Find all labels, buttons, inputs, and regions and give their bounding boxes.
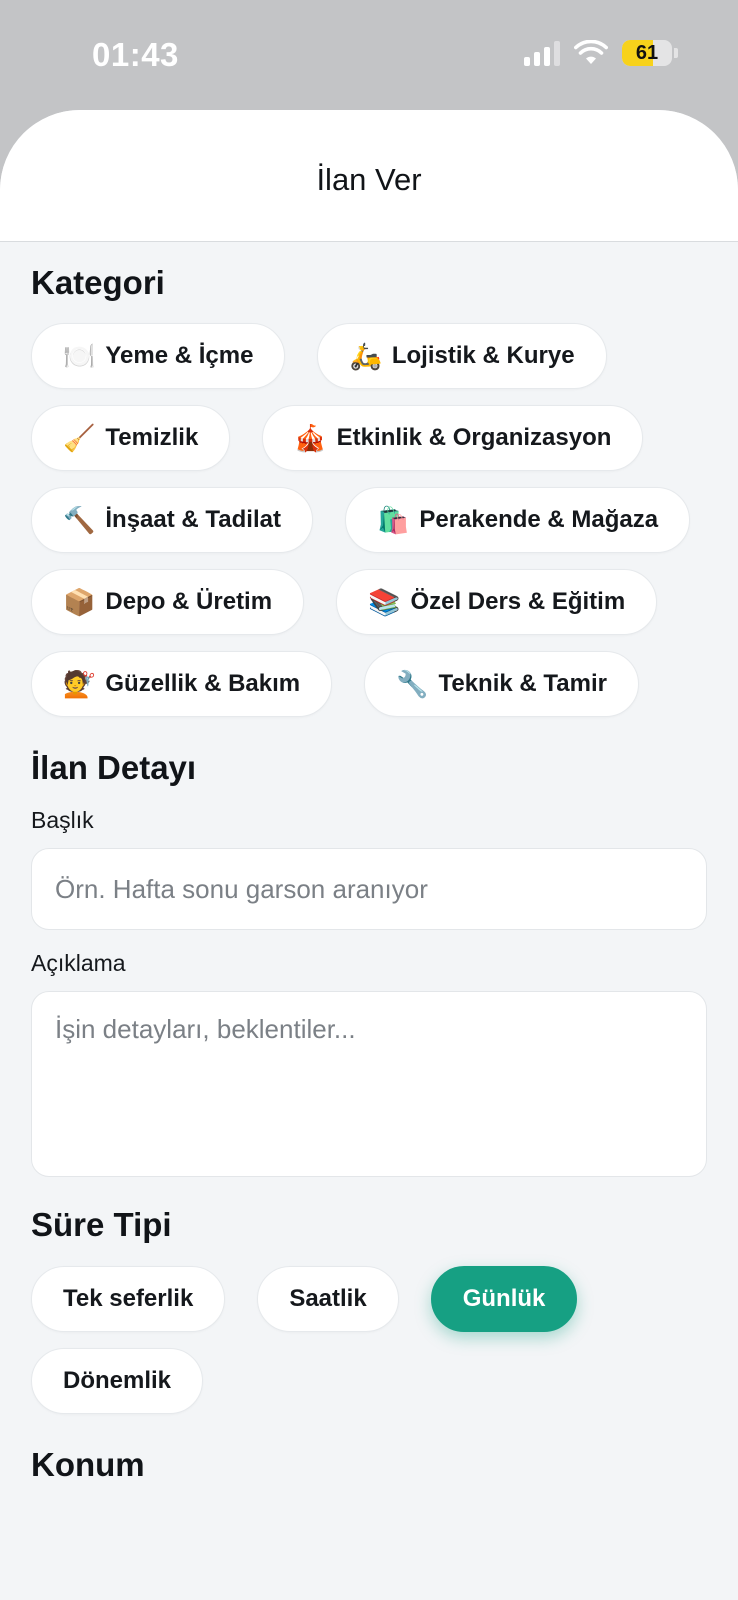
category-chip-label: Özel Ders & Eğitim bbox=[410, 588, 626, 615]
battery-icon: 61 bbox=[622, 40, 672, 66]
page-title: İlan Ver bbox=[316, 161, 422, 197]
haircut-icon: 💇 bbox=[63, 669, 96, 699]
category-chip-label: Yeme & İçme bbox=[105, 342, 254, 369]
category-section-title: Kategori bbox=[31, 264, 165, 301]
category-chip-label: Perakende & Mağaza bbox=[419, 506, 659, 533]
duration-chip-list: Tek seferlik Saatlik Günlük Dönemlik bbox=[31, 1266, 707, 1414]
cellular-signal-icon bbox=[524, 40, 560, 66]
circus-tent-icon: 🎪 bbox=[294, 423, 327, 453]
category-chip[interactable]: 📦 Depo & Üretim bbox=[31, 569, 305, 635]
category-chip-label: Teknik & Tamir bbox=[438, 670, 607, 697]
plate-cutlery-icon: 🍽️ bbox=[63, 341, 96, 371]
title-input[interactable] bbox=[31, 848, 707, 930]
category-chip-label: Temizlik bbox=[105, 424, 199, 451]
category-chip[interactable]: 🔧 Teknik & Tamir bbox=[364, 651, 639, 717]
category-chip-label: Etkinlik & Organizasyon bbox=[336, 424, 612, 451]
battery-cap bbox=[674, 48, 678, 58]
category-chip-label: Lojistik & Kurye bbox=[391, 342, 575, 369]
details-section-title: İlan Detayı bbox=[31, 749, 197, 786]
description-textarea[interactable] bbox=[31, 991, 707, 1177]
category-chip-label: Depo & Üretim bbox=[105, 588, 273, 615]
books-icon: 📚 bbox=[368, 587, 401, 617]
status-icons: 61 bbox=[524, 40, 678, 66]
status-time: 01:43 bbox=[92, 36, 179, 73]
sheet-header: İlan Ver bbox=[0, 110, 738, 242]
status-bar: 01:43 61 bbox=[0, 0, 738, 110]
category-chip[interactable]: 🛍️ Perakende & Mağaza bbox=[344, 487, 691, 553]
duration-option-chip[interactable]: Dönemlik bbox=[31, 1348, 204, 1414]
form-content: Kategori 🍽️ Yeme & İçme 🛵 Lojistik & Kurye 🧹… bbox=[0, 242, 738, 1484]
category-chip[interactable]: 🎪 Etkinlik & Organizasyon bbox=[262, 405, 644, 471]
category-chip[interactable]: 🧹 Temizlik bbox=[31, 405, 231, 471]
shopping-bags-icon: 🛍️ bbox=[376, 505, 410, 535]
broom-icon: 🧹 bbox=[63, 423, 96, 453]
title-field-label: Başlık bbox=[31, 807, 94, 833]
duration-option-chip[interactable]: Günlük bbox=[430, 1266, 578, 1332]
category-chip[interactable]: 🔨 İnşaat & Tadilat bbox=[31, 487, 313, 553]
bottom-sheet: İlan Ver Kategori 🍽️ Yeme & İçme 🛵 Lojistik… bbox=[0, 110, 738, 1600]
duration-option-chip[interactable]: Tek seferlik bbox=[31, 1266, 226, 1332]
category-chip[interactable]: 📚 Özel Ders & Eğitim bbox=[336, 569, 658, 635]
package-icon: 📦 bbox=[63, 587, 96, 617]
category-chip[interactable]: 🛵 Lojistik & Kurye bbox=[317, 323, 607, 389]
description-field-label: Açıklama bbox=[31, 950, 126, 976]
category-chip-label: Güzellik & Bakım bbox=[105, 670, 301, 697]
location-section-title: Konum bbox=[31, 1446, 145, 1483]
duration-section-title: Süre Tipi bbox=[31, 1206, 172, 1243]
battery-level: 61 bbox=[635, 41, 659, 64]
hammer-icon: 🔨 bbox=[63, 505, 96, 535]
category-chip[interactable]: 💇 Güzellik & Bakım bbox=[31, 651, 333, 717]
scooter-icon: 🛵 bbox=[349, 341, 382, 371]
category-chip-list: 🍽️ Yeme & İçme 🛵 Lojistik & Kurye 🧹 Temizlik 🎪… bbox=[31, 323, 707, 717]
wifi-icon bbox=[574, 40, 608, 64]
duration-option-chip[interactable]: Saatlik bbox=[257, 1266, 399, 1332]
wrench-icon: 🔧 bbox=[396, 669, 429, 699]
category-chip-label: İnşaat & Tadilat bbox=[105, 506, 281, 533]
category-chip[interactable]: 🍽️ Yeme & İçme bbox=[31, 323, 286, 389]
